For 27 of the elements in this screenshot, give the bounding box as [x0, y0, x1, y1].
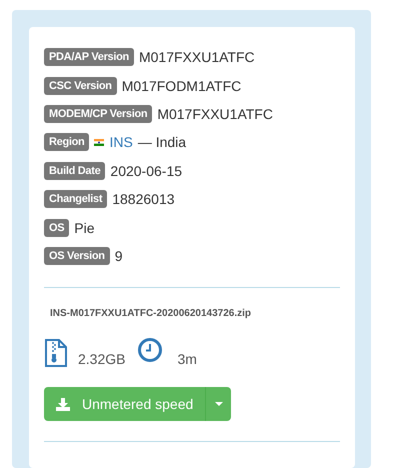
download-button[interactable]: Unmetered speed: [44, 387, 206, 422]
download-time: 3m: [177, 351, 197, 368]
file-size: 2.32GB: [78, 351, 126, 368]
download-icon: [56, 398, 70, 411]
clock-icon: [137, 337, 164, 364]
field-label: OS Version: [44, 246, 110, 265]
file-name: INS-M017FXXU1ATFC-20200620143726.zip: [50, 308, 252, 320]
flag-icon: [94, 138, 104, 146]
field-label: MODEM/CP Version: [44, 104, 152, 123]
field-value: — India: [138, 134, 186, 150]
field-label: PDA/AP Version: [44, 48, 134, 66]
field-label: Changelist: [44, 190, 108, 208]
region-link[interactable]: INS: [109, 134, 133, 150]
field-value: Pie: [74, 220, 95, 236]
field-value: 2020-06-15: [110, 162, 182, 179]
field-label: Region: [44, 133, 90, 152]
field-value: 18826013: [112, 191, 175, 208]
field-label: Build Date: [44, 162, 106, 180]
field-label: OS: [44, 218, 70, 237]
field-value: M017FXXU1ATFC: [138, 49, 255, 66]
field-label: CSC Version: [44, 76, 117, 95]
zip-file-icon: [44, 339, 68, 368]
field-value: M017FXXU1ATFC: [157, 106, 273, 122]
dropdown-toggle[interactable]: [206, 387, 232, 422]
field-value: M017FODM1ATFC: [122, 78, 242, 94]
caret-icon: [214, 402, 223, 406]
field-value: 9: [114, 248, 122, 264]
